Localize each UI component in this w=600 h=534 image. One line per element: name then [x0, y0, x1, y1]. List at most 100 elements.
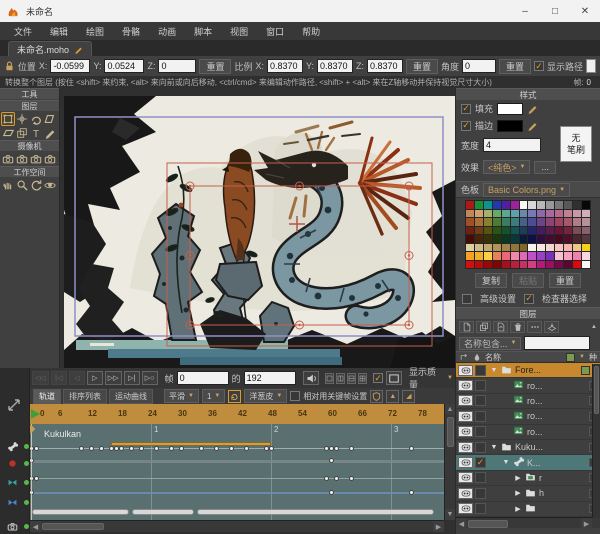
fill-checkbox[interactable]: ✓ [461, 104, 471, 114]
close-button[interactable]: ✕ [570, 0, 600, 22]
layer-row-6[interactable]: ▼Kuku... [456, 440, 600, 455]
palette-swatch-r6c12[interactable] [564, 244, 572, 252]
palette-swatch-r7c12[interactable] [564, 252, 572, 260]
track-channel-red-dot[interactable] [2, 457, 29, 470]
palette-swatch-r2c7[interactable] [520, 210, 528, 218]
palette-swatch-r4c9[interactable] [537, 227, 545, 235]
palette-swatch-r2c13[interactable] [573, 210, 581, 218]
palette-swatch-r3c12[interactable] [564, 218, 572, 226]
palette-swatch-r3c1[interactable] [466, 218, 474, 226]
zoom-workspace-tool[interactable] [15, 178, 29, 192]
position-y-input[interactable] [104, 59, 144, 73]
palette-swatch-r1c6[interactable] [511, 201, 519, 209]
rotate-workspace-tool[interactable] [29, 178, 43, 192]
clipped-toolbar-button[interactable] [586, 59, 596, 73]
timeline-tab-2[interactable]: 排序列表 [63, 389, 107, 404]
palette-swatch-r6c8[interactable] [528, 244, 536, 252]
step-back-button[interactable]: ◁ [69, 371, 85, 385]
palette-swatch-r4c8[interactable] [528, 227, 536, 235]
view-quad-button[interactable] [358, 373, 367, 384]
palette-swatch-r6c10[interactable] [546, 244, 554, 252]
track-channel-switch-teal[interactable] [2, 476, 29, 489]
text-tool[interactable]: T [29, 126, 43, 140]
palette-swatch-r8c3[interactable] [484, 261, 492, 269]
track-segment[interactable] [132, 509, 194, 515]
end-frame-input[interactable] [244, 371, 296, 385]
keyframe-dot[interactable] [264, 446, 269, 451]
palette-swatch-r7c8[interactable] [528, 252, 536, 260]
layer-visibility-eye-icon[interactable] [458, 380, 473, 391]
keyframe-dot[interactable] [109, 446, 114, 451]
view-single-button[interactable] [325, 373, 334, 384]
palette-swatch-r6c7[interactable] [520, 244, 528, 252]
layer-visibility-eye-icon[interactable] [458, 426, 473, 437]
palette-swatch-r6c4[interactable] [493, 244, 501, 252]
previous-keyframe-button[interactable]: |◁ [51, 371, 67, 385]
keyframe-dot[interactable] [214, 446, 219, 451]
palette-swatch-r7c13[interactable] [573, 252, 581, 260]
playhead-line[interactable] [31, 424, 32, 520]
palette-swatch-r6c6[interactable] [511, 244, 519, 252]
onion-skin-dropdown[interactable]: 洋葱皮▼ [244, 389, 287, 403]
palette-swatch-r8c9[interactable] [537, 261, 545, 269]
palette-swatch-r1c8[interactable] [528, 201, 536, 209]
keyframe-dot[interactable] [154, 446, 159, 451]
reference-layer-button[interactable] [493, 321, 508, 333]
no-brush-button[interactable]: 无 笔刷 [560, 126, 592, 162]
timeline-tracks-area[interactable]: Kukulkan 123 [30, 424, 444, 520]
fill-color-swatch[interactable] [497, 103, 523, 115]
layer-row-3[interactable]: ro... [456, 394, 600, 409]
palette-swatch-r3c4[interactable] [493, 218, 501, 226]
keyframe-dot[interactable] [179, 446, 184, 451]
keyframe-dot[interactable] [329, 490, 334, 495]
track-channel-switch-blue[interactable] [2, 496, 29, 509]
palette-swatch-r8c5[interactable] [502, 261, 510, 269]
timeline-ruler[interactable]: 06121824303642485460667278 [30, 404, 444, 424]
menu-item-9[interactable]: 帮助 [294, 23, 328, 40]
palette-swatch-r8c12[interactable] [564, 261, 572, 269]
menu-item-1[interactable]: 文件 [6, 23, 40, 40]
palette-swatch-r8c6[interactable] [511, 261, 519, 269]
reset-position-button[interactable]: 重置 [199, 59, 231, 74]
menu-item-8[interactable]: 窗口 [258, 23, 292, 40]
palette-swatch-r5c8[interactable] [528, 235, 536, 243]
palette-swatch-r1c1[interactable] [466, 201, 474, 209]
palette-swatch-r7c1[interactable] [466, 252, 474, 260]
layer-select-checkbox[interactable] [475, 472, 486, 483]
timeline-v-scrollbar[interactable]: ▲ ▼ [444, 404, 455, 520]
layer-color-swatch[interactable] [581, 366, 590, 375]
layer-color-column-swatch[interactable] [566, 353, 575, 362]
palette-swatch-r3c5[interactable] [502, 218, 510, 226]
palette-swatch-r7c14[interactable] [582, 252, 590, 260]
stroke-edit-pencil-icon[interactable] [527, 120, 538, 131]
palette-swatch-r7c9[interactable] [537, 252, 545, 260]
layer-filter-dropdown[interactable]: 名称包含...▼ [459, 337, 521, 350]
clipped-timeline-button[interactable]: ◢ [402, 390, 415, 403]
palette-swatch-r8c8[interactable] [528, 261, 536, 269]
track-channel-camera[interactable] [2, 520, 29, 533]
layer-select-checkbox[interactable]: ✓ [475, 457, 486, 468]
layer-expand-caret[interactable]: ▼ [490, 367, 498, 374]
palette-swatch-r3c7[interactable] [520, 218, 528, 226]
layer-expand-caret[interactable]: ▶ [514, 505, 522, 513]
reset-color-button[interactable]: 重置 [549, 273, 581, 288]
keyframe-dot[interactable] [79, 446, 84, 451]
layer-visibility-eye-icon[interactable] [458, 411, 473, 422]
layer-expand-caret[interactable]: ▶ [514, 474, 522, 482]
view-two-horizontal-button[interactable] [347, 373, 356, 384]
document-tab[interactable]: 未命名.moho [8, 41, 92, 56]
layer-select-checkbox[interactable] [475, 426, 486, 437]
keyframe-dot[interactable] [129, 446, 134, 451]
layer-select-checkbox[interactable] [475, 395, 486, 406]
palette-swatch-r5c3[interactable] [484, 235, 492, 243]
palette-swatch-r8c10[interactable] [546, 261, 554, 269]
reset-scale-button[interactable]: 重置 [406, 59, 438, 74]
layer-select-checkbox[interactable] [475, 380, 486, 391]
palette-swatch-r4c10[interactable] [546, 227, 554, 235]
keyframe-dot[interactable] [119, 446, 124, 451]
duplicate-layer-button[interactable] [476, 321, 491, 333]
palette-swatch-r1c2[interactable] [475, 201, 483, 209]
interpolation-dropdown[interactable]: 平滑▼ [164, 389, 199, 403]
palette-swatch-r1c9[interactable] [537, 201, 545, 209]
flip-layer-tool[interactable] [1, 126, 15, 140]
